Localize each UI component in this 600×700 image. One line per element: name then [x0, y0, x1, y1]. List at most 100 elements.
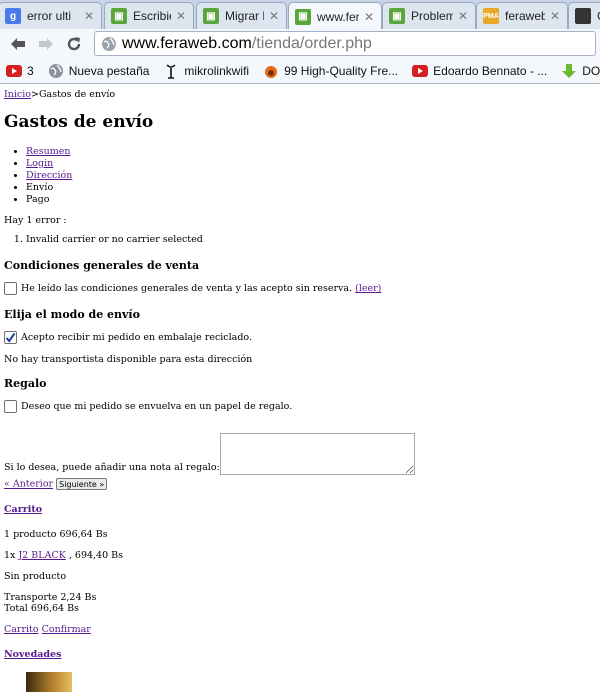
dark-site-icon [575, 8, 591, 24]
bookmark-item[interactable]: mikrolinkwifi [163, 63, 249, 79]
gift-heading: Regalo [4, 377, 47, 390]
step-payment: Pago [26, 194, 50, 205]
news-product-image[interactable] [26, 672, 72, 692]
pma-icon: PMA [483, 8, 499, 24]
globe-icon [102, 36, 116, 51]
news-heading-link[interactable]: Novedades [4, 649, 61, 660]
step-item: Login [26, 158, 596, 170]
gift-note-label: Si lo desea, puede añadir una nota al re… [4, 462, 220, 473]
tab-label: Escribier [133, 9, 171, 23]
bookmark-label: Edoardo Bennato - ... [433, 63, 548, 78]
recycled-row: Acepto recibir mi pedido en embalaje rec… [4, 331, 596, 344]
bookmark-label: 3 [27, 63, 34, 78]
cart-summary: 1 producto 696,64 Bs [4, 529, 108, 540]
recycled-checkbox[interactable] [4, 331, 17, 344]
bookmarks-bar: 3 Nueva pestaña mikrolinkwifi 99 High-Qu… [0, 58, 600, 84]
close-icon[interactable]: ✕ [268, 9, 280, 23]
url-path: /tienda/order.php [251, 34, 372, 52]
tab-3-active[interactable]: ▣ www.fer ✕ [288, 2, 382, 29]
close-icon[interactable]: ✕ [363, 10, 375, 24]
tab-label: feraweb [505, 9, 545, 23]
confirm-link[interactable]: Confirmar [42, 624, 91, 635]
close-icon[interactable]: ✕ [457, 9, 469, 23]
bookmark-item[interactable]: 99 High-Quality Fre... [263, 63, 398, 79]
checkmark-icon [5, 332, 16, 343]
cart-link[interactable]: Carrito [4, 624, 39, 635]
terms-read-link[interactable]: (leer) [355, 283, 381, 294]
pager: « Anterior Siguiente » [4, 478, 596, 490]
green-leaf-icon: ▣ [111, 8, 127, 24]
bookmark-item[interactable]: Nueva pestaña [48, 63, 150, 79]
bookmark-item[interactable]: DOW [561, 63, 600, 79]
tab-0[interactable]: g error ulti ✕ [0, 2, 102, 29]
terms-row: He leído las condiciones generales de ve… [4, 282, 596, 295]
error-list: Invalid carrier or no carrier selected [4, 234, 596, 245]
green-leaf-icon: ▣ [203, 8, 219, 24]
bookmark-item[interactable]: 3 [6, 63, 34, 79]
tab-label: www.fer [317, 9, 359, 24]
cart-item-qty: 1x [4, 550, 16, 561]
error-count: Hay 1 error : [4, 215, 67, 226]
next-button[interactable]: Siguiente » [56, 478, 108, 490]
close-icon[interactable]: ✕ [175, 9, 187, 23]
browser-toolbar: www.feraweb.com/tienda/order.php [0, 29, 600, 58]
step-address-link[interactable]: Dirección [26, 170, 72, 181]
bookmark-label: Nueva pestaña [68, 63, 150, 78]
gift-note-row: Si lo desea, puede añadir una nota al re… [4, 433, 596, 475]
shipping-heading: Elija el modo de envío [4, 308, 140, 321]
step-item: Dirección [26, 170, 596, 182]
page-title: Gastos de envío [4, 112, 154, 132]
page-content: Inicio>Gastos de envío Gastos de envío R… [0, 84, 600, 697]
cart-total: Total 696,64 Bs [4, 603, 79, 614]
cart-item: 1x J2 BLACK , 694,40 Bs [4, 550, 596, 561]
tab-6[interactable]: C [568, 2, 600, 29]
youtube-icon [412, 63, 429, 79]
step-shipping: Envío [26, 182, 54, 193]
reload-icon [67, 36, 81, 50]
breadcrumb-home-link[interactable]: Inicio [4, 89, 31, 100]
gift-label: Deseo que mi pedido se envuelva en un pa… [21, 401, 293, 412]
previous-link[interactable]: « Anterior [4, 479, 53, 490]
no-carrier-message: No hay transportista disponible para est… [4, 354, 253, 365]
tab-label: error ulti [27, 9, 72, 23]
tab-2[interactable]: ▣ Migrar P ✕ [196, 2, 287, 29]
breadcrumb: Inicio>Gastos de envío [4, 89, 596, 103]
cart-heading-link[interactable]: Carrito [4, 504, 42, 515]
arrow-left-icon [11, 37, 25, 50]
tab-1[interactable]: ▣ Escribier ✕ [104, 2, 194, 29]
step-summary-link[interactable]: Resumen [26, 146, 71, 157]
cart-item-price: , 694,40 Bs [68, 550, 124, 561]
news-heading: Novedades [4, 649, 596, 660]
gift-checkbox[interactable] [4, 400, 17, 413]
back-button[interactable] [4, 32, 32, 56]
step-login-link[interactable]: Login [26, 158, 53, 169]
bookmark-label: DOW [582, 63, 600, 78]
google-icon: g [5, 8, 21, 24]
green-leaf-icon: ▣ [295, 8, 311, 25]
bookmark-item[interactable]: Edoardo Bennato - ... [412, 63, 547, 79]
tab-4[interactable]: ▣ Problem ✕ [382, 2, 476, 29]
download-arrow-icon [561, 63, 577, 79]
cart-links: Carrito Confirmar [4, 624, 596, 635]
youtube-icon [6, 63, 22, 79]
cart-no-product: Sin producto [4, 571, 67, 582]
arrow-right-icon [39, 37, 53, 50]
recycled-label: Acepto recibir mi pedido en embalaje rec… [21, 332, 252, 343]
tab-label: Problem [411, 9, 453, 23]
step-item: Resumen [26, 146, 596, 158]
close-icon[interactable]: ✕ [83, 9, 95, 23]
cart-item-link[interactable]: J2 BLACK [18, 550, 65, 561]
address-bar[interactable]: www.feraweb.com/tienda/order.php [94, 31, 596, 56]
breadcrumb-current: Gastos de envío [38, 89, 116, 100]
green-leaf-icon: ▣ [389, 8, 405, 24]
url-host: www.feraweb.com [122, 34, 252, 52]
forward-button[interactable] [32, 32, 60, 56]
reload-button[interactable] [60, 32, 88, 56]
breadcrumb-separator: > [31, 89, 39, 100]
step-item: Pago [26, 194, 596, 206]
gift-note-textarea[interactable] [219, 433, 415, 475]
cart-heading: Carrito [4, 504, 596, 515]
tab-5[interactable]: PMA feraweb ✕ [476, 2, 568, 29]
terms-checkbox[interactable] [4, 282, 17, 295]
close-icon[interactable]: ✕ [549, 9, 561, 23]
